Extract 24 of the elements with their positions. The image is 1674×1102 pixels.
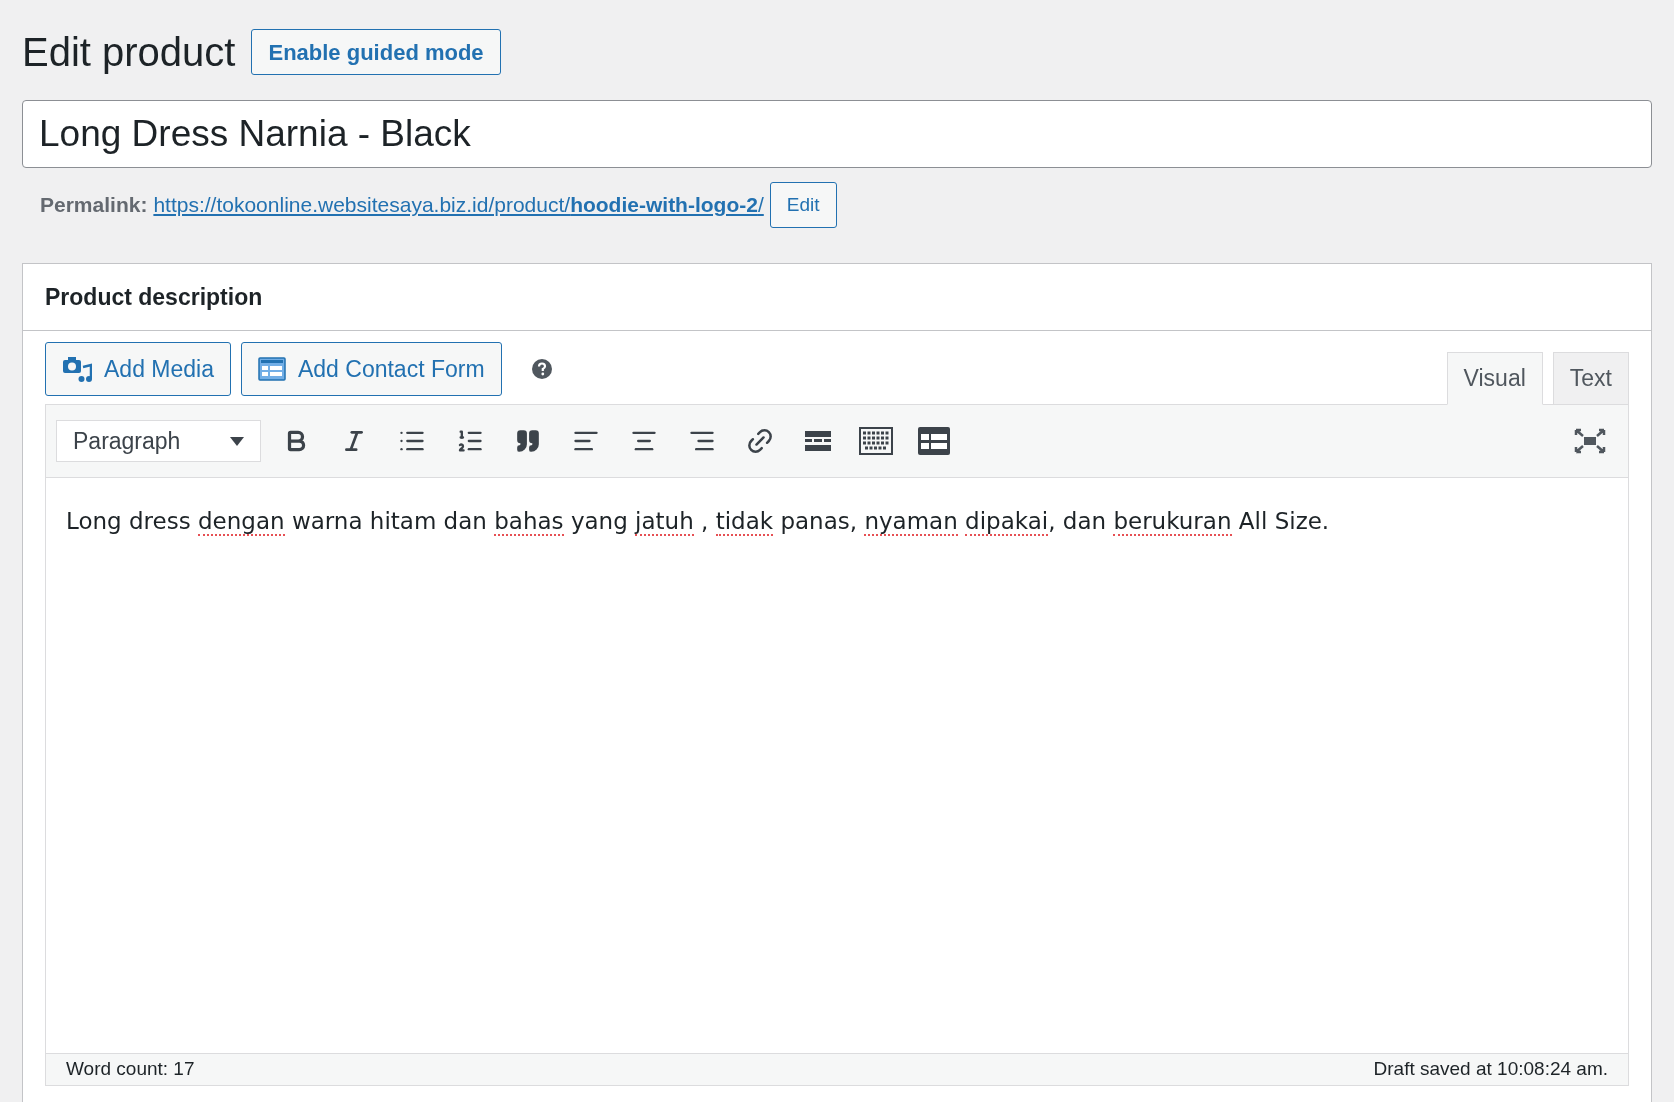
form-icon <box>257 357 286 381</box>
help-icon[interactable] <box>531 359 552 379</box>
caret-icon <box>230 436 244 446</box>
editor-tab[interactable]: Visual <box>1446 352 1543 405</box>
title-field[interactable]: Long Dress Narnia - Black <box>22 100 1652 168</box>
add-media-button[interactable]: Add Media <box>45 342 231 396</box>
guided-mode-button[interactable]: Enable guided mode <box>251 29 501 75</box>
quote-icon <box>515 428 541 454</box>
fullscreen-icon <box>1574 428 1606 454</box>
description-text: Long dress dengan warna hitam dan bahas yang jatuh , tidak panas, nyaman dipakai, dan berukuran All Size. <box>66 507 1331 538</box>
editor-tab[interactable]: Text <box>1552 352 1629 405</box>
read-more-icon <box>804 430 832 452</box>
panel-title: Product description <box>45 282 263 312</box>
draft-saved-status: Draft saved at 10:08:24 am. <box>1373 1057 1608 1082</box>
format-select[interactable]: Paragraph <box>56 420 261 462</box>
word-count: Word count: 17 <box>66 1057 195 1082</box>
permalink-label: Permalink: <box>40 192 148 219</box>
form-icon <box>918 427 950 455</box>
page-title: Edit product <box>22 29 236 76</box>
permalink-link[interactable]: https://tokoonline.websitesaya.biz.id/product/hoodie-with-logo-2/ <box>153 189 764 221</box>
camera-music-icon <box>62 355 92 383</box>
add-form-button[interactable]: Add Contact Form <box>240 342 502 396</box>
keyboard-icon <box>859 427 893 455</box>
permalink-edit-button[interactable]: Edit <box>769 182 837 228</box>
